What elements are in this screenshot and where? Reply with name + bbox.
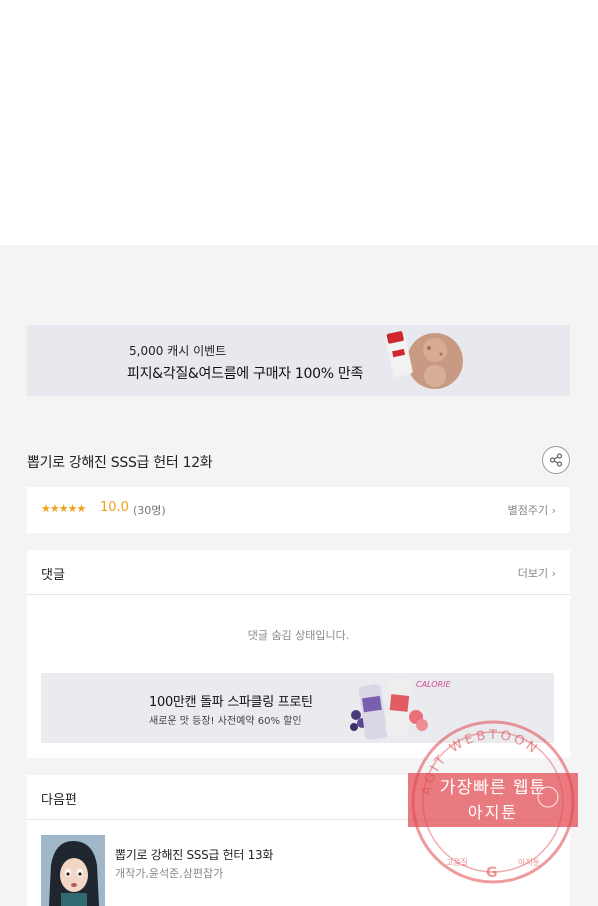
- comments-more-label: 더보기: [517, 567, 549, 580]
- ad-drink-subtitle: 새로운 맛 등장! 사전예약 60% 할인: [149, 716, 302, 727]
- next-episode-label: 다음편: [41, 793, 77, 808]
- rate-button-label: 별점주기: [507, 504, 549, 517]
- episode-title: 뽑기로 강해진 SSS급 헌터 12화: [27, 455, 213, 471]
- rating-stars: ★★★★★: [41, 502, 86, 515]
- rating-card: ★★★★★ 10.0 (30명) 별점주기 ›: [27, 487, 570, 533]
- ad-banner-subtitle: 5,000 캐시 이벤트: [129, 344, 227, 358]
- comments-hidden-message: 댓글 숨김 상태입니다.: [247, 629, 350, 642]
- watermark-bottom-right: 아지툰: [518, 857, 540, 867]
- chevron-right-icon: ›: [551, 504, 556, 517]
- next-episode-thumbnail[interactable]: [41, 835, 105, 906]
- chevron-right-icon: ›: [551, 567, 556, 580]
- watermark-line1: 가장빠른 웹툰: [439, 778, 547, 798]
- comments-more-button[interactable]: 더보기 ›: [518, 565, 556, 581]
- next-episode-authors: 개작가,윤석준,삼편잡가: [115, 867, 224, 880]
- share-button[interactable]: [542, 446, 570, 474]
- watermark-line2: 아지툰: [467, 803, 519, 822]
- comments-header: 댓글 더보기 ›: [27, 550, 570, 595]
- google-icon: G: [486, 865, 498, 881]
- ad-drink-headline: 100만캔 돌파 스파클링 프로틴: [149, 695, 313, 710]
- skincare-product-image: [385, 331, 463, 389]
- share-icon: [549, 453, 563, 467]
- next-episode-title[interactable]: 뽑기로 강해진 SSS급 헌터 13화: [115, 846, 273, 863]
- rating-value: 10.0: [100, 500, 129, 515]
- episode-title-row: 뽑기로 강해진 SSS급 헌터 12화: [27, 440, 570, 480]
- rating-count: (30명): [133, 504, 166, 517]
- can-brand-text: CALORIE: [416, 680, 451, 689]
- ad-banner-skincare[interactable]: 5,000 캐시 이벤트 피지&각질&여드름에 구매자 100% 만족: [27, 325, 570, 396]
- watermark-bottom-left: 고품질: [446, 858, 468, 867]
- blank-top-area: [0, 0, 598, 245]
- ad-banner-headline: 피지&각질&여드름에 구매자 100% 만족: [127, 366, 364, 382]
- rate-button[interactable]: 별점주기 ›: [508, 502, 556, 518]
- comments-label: 댓글: [41, 568, 65, 583]
